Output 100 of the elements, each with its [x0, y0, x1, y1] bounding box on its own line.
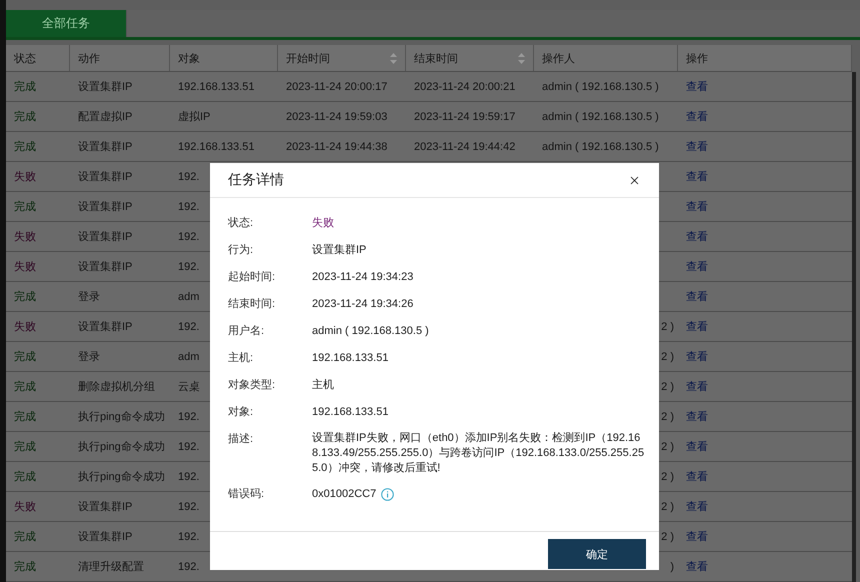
table-cell: 192.: [178, 170, 200, 182]
column-header: 操作: [678, 45, 852, 71]
field-label: 对象:: [228, 405, 254, 420]
table-cell: 192.: [178, 500, 200, 512]
column-header: 操作人: [534, 45, 678, 71]
table-cell: 2 ): [661, 500, 674, 512]
table-cell: 192.: [178, 440, 200, 452]
table-cell: admin ( 192.168.130.5 ): [542, 80, 659, 92]
info-icon[interactable]: [381, 488, 394, 501]
status-text: 完成: [14, 140, 36, 154]
table-cell-text: 设置集群IP: [78, 80, 132, 94]
field-label: 结束时间:: [228, 297, 276, 312]
field-value: 主机: [312, 378, 334, 393]
table-cell: 2023-11-24 20:00:21: [414, 80, 516, 92]
table-cell: 192.: [178, 200, 200, 212]
view-link[interactable]: 查看: [686, 139, 708, 154]
table-cell: 2 ): [661, 410, 674, 422]
view-link[interactable]: 查看: [686, 199, 708, 214]
table-cell-text: 设置集群IP: [78, 320, 132, 334]
table-cell-text: 执行ping命令成功: [78, 470, 165, 484]
field-label: 行为:: [228, 243, 254, 258]
field-label: 用户名:: [228, 324, 266, 339]
field-value: 192.168.133.51: [312, 351, 388, 366]
field-label: 对象类型:: [228, 378, 276, 393]
status-text: 完成: [14, 200, 36, 214]
table-cell: 2023-11-24 19:44:42: [414, 140, 516, 152]
table-cell: 2 ): [661, 380, 674, 392]
status-text: 完成: [14, 560, 36, 574]
table-cell: 2 ): [661, 440, 674, 452]
field-label: 错误码:: [228, 487, 266, 502]
table-cell: 2023-11-24 19:44:38: [286, 140, 388, 152]
scrollbar[interactable]: [852, 72, 856, 582]
status-text: 完成: [14, 290, 36, 304]
table-cell: adm: [178, 290, 200, 302]
table-cell: 192.168.133.51: [178, 140, 254, 152]
column-header: 对象: [170, 45, 278, 71]
table-cell: 2 ): [661, 470, 674, 482]
table-cell-text: 配置虚拟IP: [78, 110, 132, 124]
status-text: 失败: [14, 170, 36, 184]
table-cell: 192.168.133.51: [178, 80, 254, 92]
field-value: 失败: [312, 216, 334, 231]
table-cell: 2023-11-24 20:00:17: [286, 80, 388, 92]
view-link[interactable]: 查看: [686, 289, 708, 304]
dialog-title: 任务详情: [228, 171, 284, 189]
status-text: 失败: [14, 230, 36, 244]
view-link[interactable]: 查看: [686, 79, 708, 94]
status-text: 完成: [14, 530, 36, 544]
table-cell-text: 设置集群IP: [78, 170, 132, 184]
status-text: 完成: [14, 380, 36, 394]
status-text: 失败: [14, 260, 36, 274]
column-header[interactable]: 结束时间: [406, 45, 534, 71]
table-cell: 2023-11-24 19:59:03: [286, 110, 388, 122]
table-cell-text: 设置集群IP: [78, 230, 132, 244]
table-cell-text: 登录: [78, 290, 100, 304]
field-value: 192.168.133.51: [312, 405, 388, 420]
table-cell: 192.: [178, 320, 200, 332]
view-link[interactable]: 查看: [686, 259, 708, 274]
view-link[interactable]: 查看: [686, 559, 708, 574]
view-link[interactable]: 查看: [686, 379, 708, 394]
field-label: 主机:: [228, 350, 254, 366]
table-cell-text: 执行ping命令成功: [78, 410, 165, 424]
status-text: 完成: [14, 470, 36, 484]
view-link[interactable]: 查看: [686, 169, 708, 184]
status-text: 失败: [14, 320, 36, 334]
tab[interactable]: 全部任务: [6, 10, 127, 37]
table-cell-text: 云桌: [178, 380, 200, 394]
field-label: 起始时间:: [228, 270, 276, 285]
column-header: 动作: [70, 45, 170, 71]
view-link[interactable]: 查看: [686, 499, 708, 514]
view-link[interactable]: 查看: [686, 439, 708, 454]
table-cell-text: 设置集群IP: [78, 500, 132, 514]
sort-icon[interactable]: [390, 52, 397, 64]
table-cell: 192.: [178, 410, 200, 422]
view-link[interactable]: 查看: [686, 469, 708, 484]
field-label: 状态:: [228, 216, 254, 231]
status-text: 完成: [14, 410, 36, 424]
view-link[interactable]: 查看: [686, 229, 708, 244]
status-text: 完成: [14, 80, 36, 94]
table-cell-text: 登录: [78, 350, 100, 364]
table-cell: 2 ): [661, 530, 674, 542]
view-link[interactable]: 查看: [686, 109, 708, 124]
column-header[interactable]: 开始时间: [278, 45, 406, 71]
table-cell-text: 设置集群IP: [78, 200, 132, 214]
view-link[interactable]: 查看: [686, 319, 708, 334]
field-value: 设置集群IP失败，网口（eth0）添加IP别名失败：检测到IP（192.168.133.49/255.255.255.0）与跨卷访问IP（192.168.133.0/255.255.255.0）冲突，请修改后重试!: [312, 431, 645, 476]
confirm-button[interactable]: 确定: [548, 539, 646, 569]
sort-icon[interactable]: [518, 52, 525, 64]
field-value: 2023-11-24 19:34:26: [312, 297, 414, 312]
table-cell-text: 删除虚拟机分组: [78, 380, 155, 394]
table-cell: admin ( 192.168.130.5 ): [542, 110, 659, 122]
table-cell: 2023-11-24 19:59:17: [414, 110, 516, 122]
view-link[interactable]: 查看: [686, 529, 708, 544]
field-value: 设置集群IP: [312, 243, 366, 258]
table-cell-text: 设置集群IP: [78, 260, 132, 274]
table-cell-text: 设置集群IP: [78, 140, 132, 154]
view-link[interactable]: 查看: [686, 349, 708, 364]
table-cell: 2 ): [661, 320, 674, 332]
field-value: admin ( 192.168.130.5 ): [312, 324, 429, 339]
table-cell: 2 ): [661, 350, 674, 362]
view-link[interactable]: 查看: [686, 409, 708, 424]
